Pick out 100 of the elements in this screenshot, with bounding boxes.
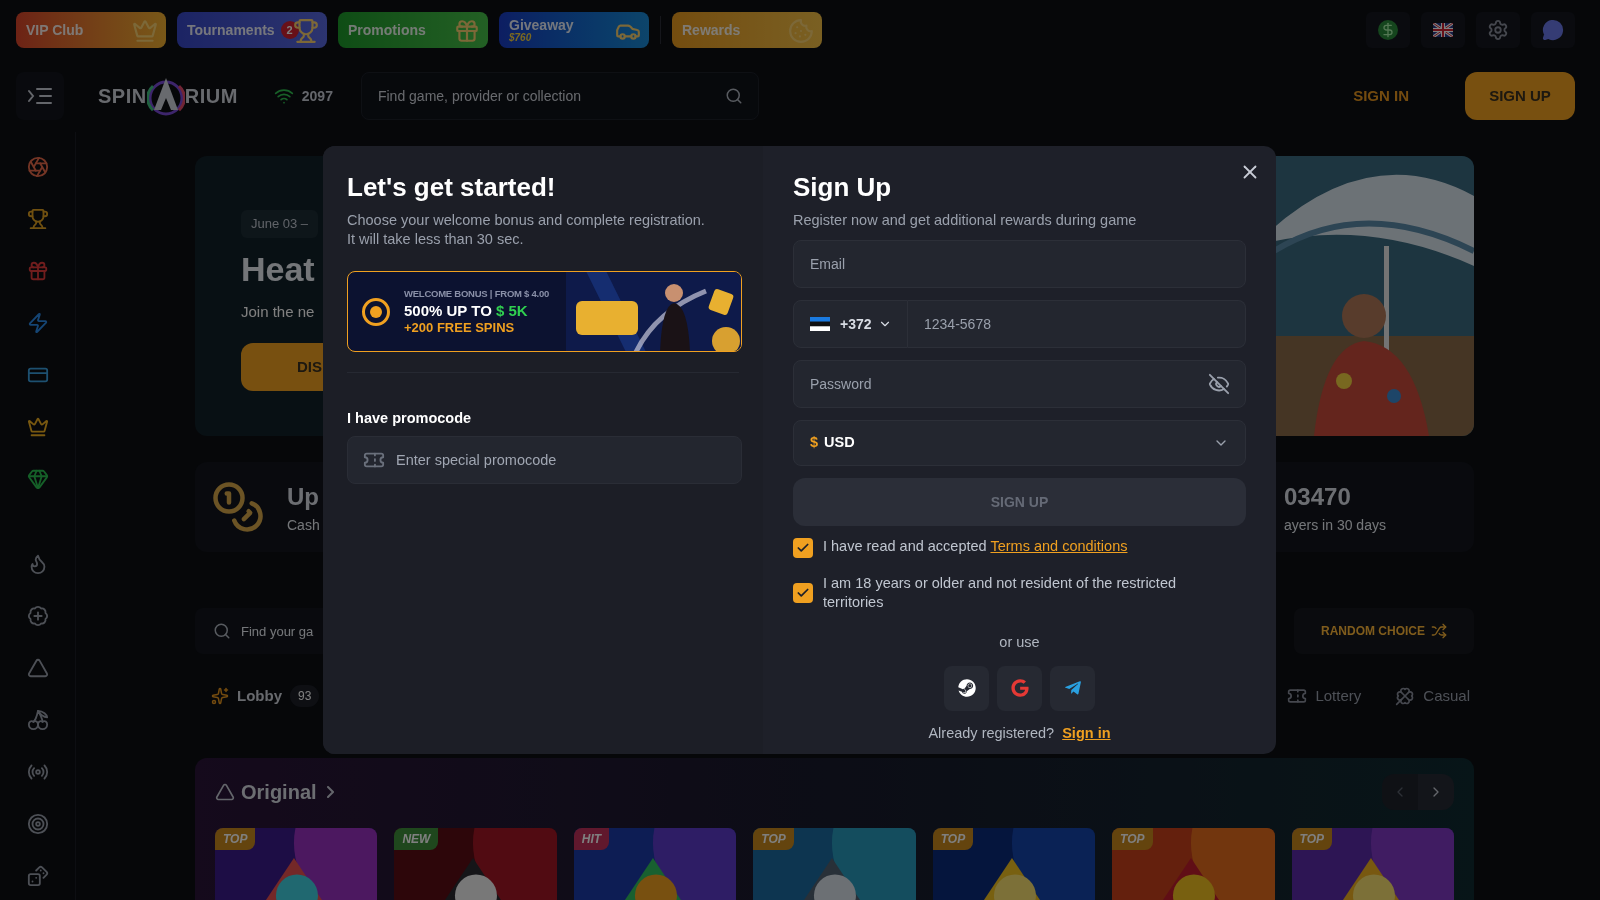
social-login-button[interactable] xyxy=(944,665,989,711)
game-tile[interactable]: TOP xyxy=(932,828,1096,900)
logo-mark-icon xyxy=(215,782,235,802)
coins-icon xyxy=(211,480,265,534)
trophy-icon[interactable] xyxy=(26,208,49,230)
flag-icon xyxy=(810,317,830,331)
help-chat-icon xyxy=(1542,19,1564,41)
game-tag: HIT xyxy=(573,828,610,850)
field-label: I have promocode xyxy=(347,409,473,428)
bonus-option[interactable]: WELCOME BONUS | FROM $ 4.00 500% UP TO $ 5K +200 FREE SPINS xyxy=(347,271,742,352)
new-badge-icon[interactable] xyxy=(26,605,49,627)
game-tag: TOP xyxy=(753,828,794,850)
promocode-field[interactable]: Enter special promocode xyxy=(347,435,742,484)
prize-amount: $760 xyxy=(509,32,532,43)
category-tab[interactable]: Casual xyxy=(1423,684,1470,708)
crown-icon[interactable] xyxy=(26,416,49,438)
dice-icon[interactable] xyxy=(26,865,49,887)
eye-off-icon[interactable] xyxy=(1208,373,1230,395)
trophy-icon xyxy=(293,18,319,44)
hero-subtitle: Join the ne xyxy=(241,301,315,322)
menu-button[interactable] xyxy=(16,72,64,120)
divider-caption: or use xyxy=(999,633,1040,652)
dialog-description: It will take less than 30 sec. xyxy=(347,230,525,249)
logo-mark-icon[interactable] xyxy=(26,657,49,679)
section-title: Original xyxy=(241,780,317,805)
search-field[interactable]: Find game, provider or collection xyxy=(360,72,759,120)
target-icon[interactable] xyxy=(26,813,49,835)
date-chip: June 03 – xyxy=(241,210,319,238)
promo-button[interactable]: Tournaments 2 xyxy=(177,12,327,48)
currency-select[interactable]: $ USD xyxy=(793,420,1246,466)
sign-in-link[interactable]: Sign in xyxy=(1062,722,1111,745)
settings-icon xyxy=(1487,19,1509,41)
agreement-text: I have read and accepted Terms and conditions xyxy=(823,537,1129,556)
steam-icon xyxy=(957,679,976,698)
logo-text: SPIN xyxy=(98,84,147,109)
count-badge: 2 xyxy=(280,21,299,39)
random-choice-button[interactable]: RANDOM CHOICE xyxy=(1294,608,1474,654)
dialog-description: Choose your welcome bonus and complete registration. xyxy=(347,211,706,230)
flag-icon xyxy=(1433,23,1453,37)
game-tag: NEW xyxy=(394,828,439,850)
promo-button[interactable]: Rewards xyxy=(672,12,822,48)
email-field[interactable]: Email xyxy=(793,240,1246,288)
social-login-button[interactable] xyxy=(1050,665,1095,711)
chevron-right-icon xyxy=(326,786,334,798)
count-badge: 93 xyxy=(290,685,320,707)
password-field[interactable]: Password xyxy=(793,360,1246,408)
country-code-select[interactable]: +372 xyxy=(793,300,908,348)
currency-button[interactable] xyxy=(1366,12,1410,48)
checkbox[interactable] xyxy=(793,538,813,558)
stat-value: Up xyxy=(287,481,320,512)
game-tile[interactable]: HIT xyxy=(573,828,737,900)
dialog-title: Let's get started! xyxy=(347,171,557,204)
game-tile[interactable]: TOP xyxy=(1291,828,1454,900)
game-tile[interactable]: TOP xyxy=(215,828,378,900)
category-tab[interactable]: Lottery xyxy=(1315,684,1362,708)
game-tile[interactable]: TOP xyxy=(1112,828,1275,900)
promo-button[interactable]: Promotions xyxy=(338,12,488,48)
shuffle-icon xyxy=(1431,623,1447,639)
logo-text: RIUM xyxy=(184,84,238,109)
hero-title: Heat xyxy=(241,248,315,290)
cherry-icon[interactable] xyxy=(26,709,49,731)
game-tag: TOP xyxy=(1112,828,1153,850)
phone-field[interactable]: 1234-5678 xyxy=(908,300,1246,348)
game-tag: TOP xyxy=(215,828,256,850)
lightning-icon[interactable] xyxy=(26,312,49,334)
bonus-headline: 500% UP TO $ 5K xyxy=(404,301,529,320)
next-button[interactable] xyxy=(1418,774,1454,810)
gift-icon[interactable] xyxy=(26,260,49,282)
gift-icon xyxy=(454,18,480,44)
bonus-caption: WELCOME BONUS | FROM $ 4.00 xyxy=(404,287,550,302)
game-tile[interactable]: NEW xyxy=(394,828,557,900)
support-button[interactable] xyxy=(1531,12,1575,48)
google-icon xyxy=(1010,679,1029,698)
game-tag: TOP xyxy=(932,828,974,850)
cookie-icon xyxy=(788,18,814,44)
category-tab[interactable]: Lobby xyxy=(237,684,282,708)
gem-icon[interactable] xyxy=(26,468,49,490)
promo-button[interactable]: VIP Club xyxy=(16,12,166,48)
search-icon xyxy=(213,622,231,640)
checkbox[interactable] xyxy=(793,583,813,603)
search-icon xyxy=(724,87,743,105)
sign-in-link[interactable]: SIGN IN xyxy=(1353,84,1409,108)
currency-value: USD xyxy=(824,433,855,453)
ticket-icon xyxy=(1287,686,1308,706)
wifi-icon xyxy=(273,86,294,106)
check-icon xyxy=(796,541,810,555)
sign-up-button[interactable]: SIGN UP xyxy=(1465,72,1575,120)
online-count: 2097 xyxy=(301,86,333,106)
game-tag: TOP xyxy=(1291,828,1332,850)
agreement-text: I am 18 years or older and not resident of the restricted territories xyxy=(823,574,1178,612)
footer-text: Already registered? xyxy=(928,723,1055,743)
settings-button[interactable] xyxy=(1476,12,1520,48)
terms-link[interactable]: Terms and conditions xyxy=(990,538,1128,554)
game-tile[interactable]: TOP xyxy=(753,828,916,900)
bonus-extra: +200 FREE SPINS xyxy=(404,319,516,336)
promo-button[interactable]: Giveaway $760 xyxy=(499,12,649,48)
dollar-icon xyxy=(1378,20,1398,40)
language-button[interactable] xyxy=(1421,12,1465,48)
stat-caption: Cash xyxy=(287,515,320,535)
menu-icon xyxy=(28,87,52,105)
